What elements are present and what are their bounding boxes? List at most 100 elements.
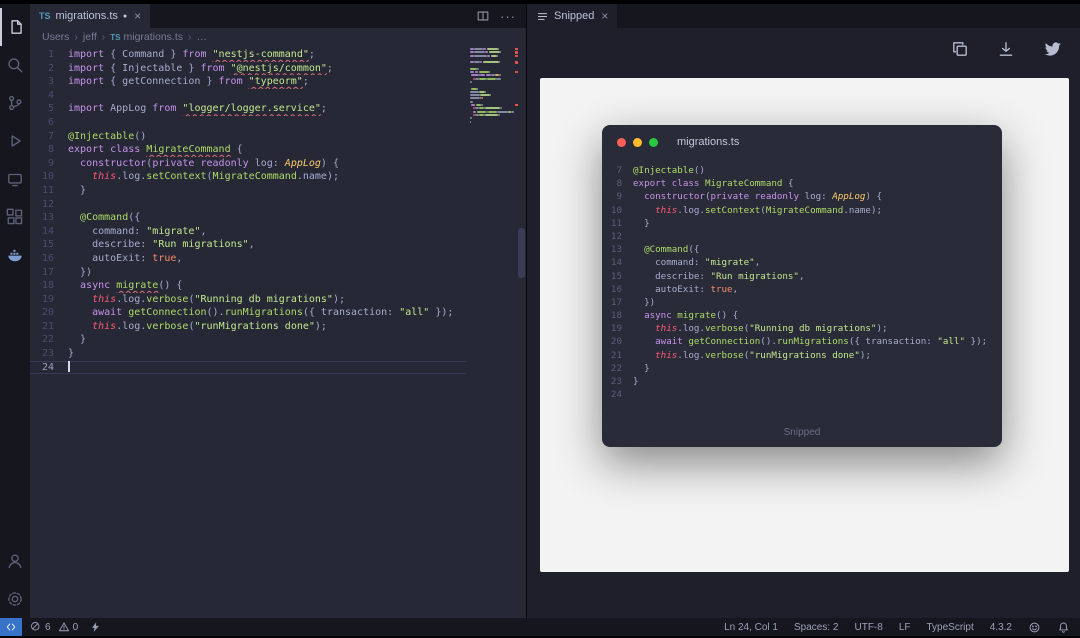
breadcrumb-separator: › [74,31,78,43]
status-indentation[interactable]: Spaces: 2 [794,622,838,633]
code-line: 17 }) [30,266,466,280]
line-number: 2 [30,62,54,76]
extensions-icon[interactable] [0,198,30,236]
close-tab-icon[interactable]: × [134,9,141,23]
code-editor[interactable]: 1import { Command } from "nestjs-command… [30,46,466,618]
editor-actions: ··· [476,4,526,28]
code-line: 1import { Command } from "nestjs-command… [30,48,466,62]
error-count: 6 [45,622,51,633]
bell-icon[interactable] [1057,621,1070,634]
line-number: 20 [30,306,54,320]
status-encoding[interactable]: UTF-8 [854,622,882,633]
line-number: 3 [30,75,54,89]
line-number: 23 [606,375,622,388]
code-line: 23} [30,347,466,361]
breadcrumb-separator: › [102,31,106,43]
line-number: 21 [30,320,54,334]
line-number: 13 [30,211,54,225]
code-line: 6 [30,116,466,130]
snippet-canvas: migrations.ts 7@Injectable()8export clas… [540,78,1069,572]
code-line: 19 this.log.verbose("Running db migratio… [606,322,1002,335]
code-line: 3import { getConnection } from "typeorm"… [30,75,466,89]
status-language[interactable]: TypeScript [927,622,974,633]
breadcrumb: Users › jeff › TSmigrations.ts › … [30,28,526,46]
account-icon[interactable] [0,542,30,580]
traffic-light-green-icon [649,138,658,147]
code-line: 16 autoExit: true, [30,252,466,266]
breadcrumb-item[interactable]: Users [42,31,69,43]
bolt-icon[interactable] [90,621,101,633]
explorer-icon[interactable] [0,8,30,46]
search-icon[interactable] [0,46,30,84]
line-number: 7 [30,130,54,144]
source-control-icon[interactable] [0,84,30,122]
line-number: 18 [30,279,54,293]
code-line: 21 this.log.verbose("runMigrations done"… [30,320,466,334]
code-line: 18 async migrate() { [606,309,1002,322]
code-line: 11 } [30,184,466,198]
line-number: 18 [606,309,622,322]
scrollbar-thumb[interactable] [518,228,525,278]
twitter-icon[interactable] [1043,40,1062,59]
tab-snipped[interactable]: Snipped × [527,4,617,28]
typescript-file-icon: TS [110,33,120,42]
copy-icon[interactable] [951,40,969,59]
snipped-panel-content: migrations.ts 7@Injectable()8export clas… [527,28,1080,618]
line-number: 17 [30,266,54,280]
tab-label: Snipped [554,10,594,22]
editor-scrollbar[interactable] [517,46,526,618]
status-eol[interactable]: LF [899,622,911,633]
settings-icon[interactable] [0,580,30,618]
line-number: 17 [606,296,622,309]
typescript-file-icon: TS [39,11,51,21]
code-line: 7@Injectable() [30,130,466,144]
line-number: 22 [30,333,54,347]
code-line: 22 } [30,333,466,347]
split-editor-icon[interactable] [476,9,490,23]
code-line: 11 } [606,217,1002,230]
code-line: 9 constructor(private readonly log: AppL… [30,157,466,171]
breadcrumb-item[interactable]: jeff [83,31,97,43]
status-cursor-position[interactable]: Ln 24, Col 1 [724,622,778,633]
minimap[interactable] [470,48,516,127]
line-number: 19 [606,322,622,335]
code-line: 15 describe: "Run migrations", [30,238,466,252]
status-right: Ln 24, Col 1 Spaces: 2 UTF-8 LF TypeScript 4.… [724,621,1080,634]
snippet-title: migrations.ts [677,136,739,148]
remote-indicator[interactable] [0,618,22,636]
line-number: 5 [30,102,54,116]
status-bar: 6 0 Ln 24, Col 1 Spaces: 2 UTF-8 LF TypeScri… [0,618,1080,636]
line-number: 10 [30,170,54,184]
docker-icon[interactable] [0,236,30,274]
code-line: 19 this.log.verbose("Running db migratio… [30,293,466,307]
remote-icon[interactable] [0,160,30,198]
traffic-light-red-icon [617,138,626,147]
breadcrumb-item[interactable]: TSmigrations.ts [110,31,183,43]
code-line: 8export class MigrateCommand { [30,143,466,157]
line-number: 24 [606,388,622,401]
line-number: 6 [30,116,54,130]
smiley-icon[interactable] [1028,621,1041,634]
code-line: 20 await getConnection().runMigrations({… [30,306,466,320]
snippet-window: migrations.ts 7@Injectable()8export clas… [602,125,1002,447]
line-number: 14 [30,225,54,239]
code-line: 18 async migrate() { [30,279,466,293]
run-debug-icon[interactable] [0,122,30,160]
download-icon[interactable] [997,40,1015,59]
snippet-code: 7@Injectable()8export class MigrateComma… [602,159,1002,401]
problems-indicator[interactable]: 6 0 [30,621,78,633]
snipped-panel-group: Snipped × migrations.ts 7@Injectable()8e… [527,4,1080,618]
close-tab-icon[interactable]: × [601,9,608,23]
tab-label: migrations.ts [56,10,118,22]
tab-migrations-ts[interactable]: TS migrations.ts ● × [30,4,150,28]
line-number: 4 [30,89,54,103]
code-line: 10 this.log.setContext(MigrateCommand.na… [606,204,1002,217]
code-line: 22 } [606,362,1002,375]
code-line: 8export class MigrateCommand { [606,177,1002,190]
code-line: 10 this.log.setContext(MigrateCommand.na… [30,170,466,184]
breadcrumb-item[interactable]: … [197,31,208,43]
status-ts-version[interactable]: 4.3.2 [990,622,1012,633]
more-actions-icon[interactable]: ··· [500,9,516,24]
breadcrumb-separator: › [188,31,192,43]
line-number: 19 [30,293,54,307]
